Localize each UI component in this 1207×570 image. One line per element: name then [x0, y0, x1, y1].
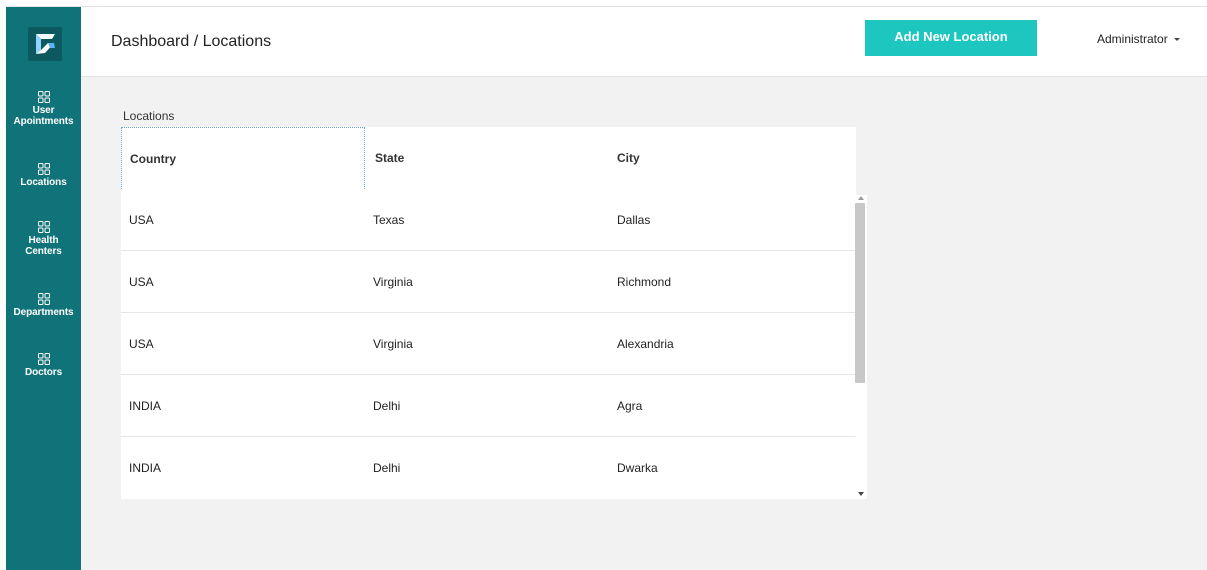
column-header-country[interactable]: Country — [121, 127, 365, 189]
logo-mark-icon — [36, 34, 55, 54]
cell-state: Texas — [373, 213, 405, 227]
cell-city: Alexandria — [617, 337, 674, 351]
table-row[interactable]: USA Virginia Alexandria — [121, 313, 856, 375]
sidebar-item-label: Doctors — [24, 367, 63, 378]
sidebar-item-health-centers[interactable]: Health Centers — [6, 221, 81, 257]
cell-state: Virginia — [373, 275, 413, 289]
cell-city: Richmond — [617, 275, 672, 289]
sidebar-item-departments[interactable]: Departments — [6, 293, 81, 318]
user-menu[interactable]: Administrator — [1097, 32, 1180, 46]
cell-city: Dwarka — [617, 461, 658, 475]
grid-icon — [37, 353, 50, 365]
grid-icon — [37, 163, 50, 175]
cell-state: Delhi — [373, 399, 401, 413]
sidebar-item-label: Apointments — [13, 116, 74, 127]
chevron-down-icon — [1173, 38, 1180, 42]
sidebar-item-label: Centers — [25, 246, 62, 257]
sidebar-item-label: Health — [28, 235, 59, 246]
cell-country: USA — [129, 213, 154, 227]
app-logo[interactable] — [28, 27, 62, 61]
column-header-state[interactable]: State — [365, 127, 611, 189]
sidebar-item-user-appointments[interactable]: User Apointments — [6, 91, 81, 127]
table-row[interactable]: USA Virginia Richmond — [121, 251, 856, 313]
table-row[interactable]: INDIA Delhi Dwarka — [121, 437, 856, 499]
sidebar-item-label: Locations — [20, 177, 67, 188]
sidebar-item-doctors[interactable]: Doctors — [6, 353, 81, 378]
app-frame: User Apointments Locations Health Center… — [6, 6, 1207, 570]
table-row[interactable]: INDIA Delhi Agra — [121, 375, 856, 437]
cell-city: Agra — [617, 399, 643, 413]
sidebar-item-label: Departments — [13, 307, 74, 318]
column-header-city[interactable]: City — [611, 127, 856, 189]
sidebar-item-label: User — [32, 105, 55, 116]
section-title: Locations — [123, 109, 175, 123]
grid-icon — [37, 221, 50, 233]
scrollbar-thumb[interactable] — [855, 203, 865, 383]
locations-table: Country State City USA Texas Dallas USA … — [121, 127, 856, 499]
scroll-up-arrow-icon[interactable] — [858, 196, 864, 200]
cell-city: Dallas — [617, 213, 651, 227]
table-header: Country State City — [121, 127, 856, 189]
user-name: Administrator — [1097, 32, 1168, 46]
top-header: Dashboard / Locations Add New Location A… — [81, 7, 1207, 77]
page-title: Dashboard / Locations — [111, 33, 272, 50]
add-new-location-button[interactable]: Add New Location — [865, 20, 1037, 56]
cell-country: USA — [129, 275, 154, 289]
sidebar-item-locations[interactable]: Locations — [6, 163, 81, 188]
cell-state: Virginia — [373, 337, 413, 351]
cell-country: INDIA — [129, 461, 162, 475]
cell-state: Delhi — [373, 461, 401, 475]
table-row[interactable]: USA Texas Dallas — [121, 189, 856, 251]
grid-icon — [37, 91, 50, 103]
cell-country: USA — [129, 337, 154, 351]
grid-icon — [37, 293, 50, 305]
cell-country: INDIA — [129, 399, 162, 413]
scroll-down-arrow-icon[interactable] — [858, 492, 864, 496]
sidebar: User Apointments Locations Health Center… — [6, 7, 81, 570]
